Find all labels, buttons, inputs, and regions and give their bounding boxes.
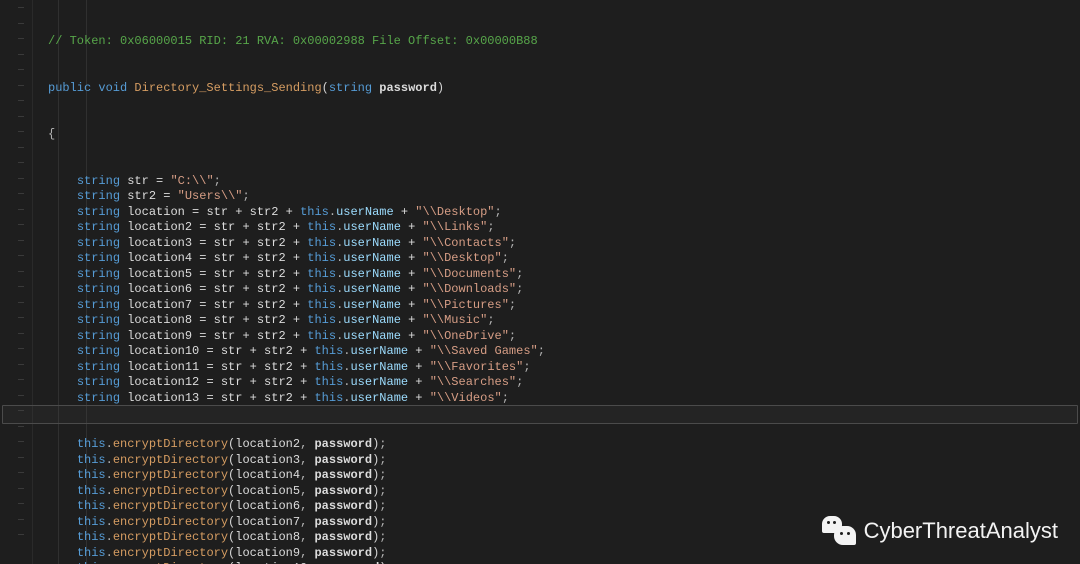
code-line: string location12 = str + str2 + this.us… <box>48 375 1080 391</box>
code-line: { <box>48 127 1080 143</box>
code-line: // Token: 0x06000015 RID: 21 RVA: 0x0000… <box>48 34 1080 50</box>
code-line: this.encryptDirectory(location5, passwor… <box>48 484 1080 500</box>
gutter <box>0 0 38 564</box>
code-line: string str2 = "Users\\"; <box>48 189 1080 205</box>
code-editor: // Token: 0x06000015 RID: 21 RVA: 0x0000… <box>0 0 1080 564</box>
code-line: string location8 = str + str2 + this.use… <box>48 313 1080 329</box>
declarations-block: string str = "C:\\"; string str2 = "User… <box>48 174 1080 407</box>
wechat-icon <box>822 516 856 546</box>
code-line: string location3 = str + str2 + this.use… <box>48 236 1080 252</box>
code-line: string location10 = str + str2 + this.us… <box>48 344 1080 360</box>
code-line: this.encryptDirectory(location6, passwor… <box>48 499 1080 515</box>
watermark: CyberThreatAnalyst <box>822 516 1058 546</box>
code-line: this.encryptDirectory(location4, passwor… <box>48 468 1080 484</box>
comment: // Token: 0x06000015 RID: 21 RVA: 0x0000… <box>48 34 538 48</box>
code-line: this.encryptDirectory(location3, passwor… <box>48 453 1080 469</box>
code-line: string location7 = str + str2 + this.use… <box>48 298 1080 314</box>
code-line: string location = str + str2 + this.user… <box>48 205 1080 221</box>
code-area[interactable]: // Token: 0x06000015 RID: 21 RVA: 0x0000… <box>48 3 1080 564</box>
code-line: string location4 = str + str2 + this.use… <box>48 251 1080 267</box>
code-line: string location13 = str + str2 + this.us… <box>48 391 1080 407</box>
code-line: public void Directory_Settings_Sending(s… <box>48 81 1080 97</box>
code-line: string location5 = str + str2 + this.use… <box>48 267 1080 283</box>
code-line: this.encryptDirectory(location9, passwor… <box>48 546 1080 562</box>
code-line: this.encryptDirectory(location2, passwor… <box>48 437 1080 453</box>
code-line: string location6 = str + str2 + this.use… <box>48 282 1080 298</box>
watermark-text: CyberThreatAnalyst <box>864 523 1058 539</box>
code-line: string location11 = str + str2 + this.us… <box>48 360 1080 376</box>
code-line: string str = "C:\\"; <box>48 174 1080 190</box>
code-line: string location9 = str + str2 + this.use… <box>48 329 1080 345</box>
code-line: string location2 = str + str2 + this.use… <box>48 220 1080 236</box>
